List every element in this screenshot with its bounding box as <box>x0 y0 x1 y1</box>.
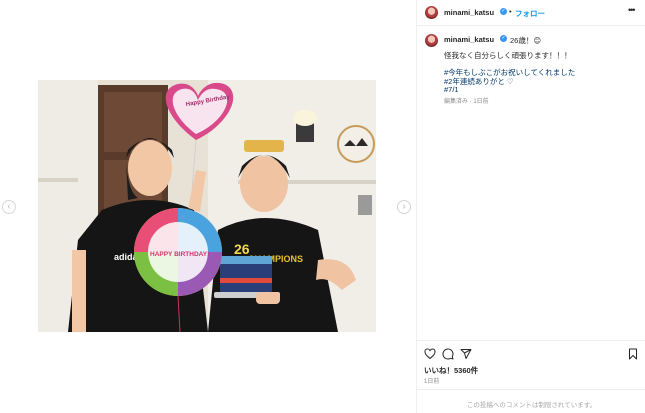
follow-button[interactable]: フォロー <box>515 8 545 19</box>
more-icon[interactable]: ••• <box>628 5 636 15</box>
caption-line-1: 26歳！😊 <box>510 36 542 45</box>
caption-meta: 編集済み · 1日前 <box>444 99 489 105</box>
caption-username[interactable]: minami_katsu <box>444 35 494 44</box>
caption-hashtag-3[interactable]: #7/1 <box>444 85 459 94</box>
post-time[interactable]: 1日前 <box>424 376 439 385</box>
caption-avatar[interactable] <box>425 34 438 47</box>
heart-icon[interactable] <box>424 348 436 360</box>
comment-bar: この投稿へのコメントは制限されています。 <box>417 389 645 413</box>
post-header: minami_katsu ✓ • フォロー ••• <box>417 0 645 26</box>
post-photo-illustration: adidas CHAMPIONS 26 Happy Birthday HAPPY… <box>38 80 376 332</box>
action-bar: いいね！5360件 1日前 この投稿へのコメントは制限されています。 <box>417 340 645 413</box>
post-sidebar: minami_katsu ✓ • フォロー ••• minami_katsu ✓… <box>416 0 645 413</box>
separator-dot: • <box>509 7 512 16</box>
balloon-front-text: HAPPY BIRTHDAY! <box>150 251 209 258</box>
bookmark-icon[interactable] <box>627 348 639 360</box>
caption-line-2: 怪我なく自分らしく頑張ります！！！ <box>444 51 572 60</box>
avatar[interactable] <box>425 6 438 19</box>
verified-badge-icon: ✓ <box>500 8 507 15</box>
chevron-right-icon[interactable]: › <box>397 200 411 214</box>
post-photo[interactable]: adidas CHAMPIONS 26 Happy Birthday HAPPY… <box>38 80 376 332</box>
chevron-left-icon[interactable]: ‹ <box>2 200 16 214</box>
verified-badge-icon: ✓ <box>500 35 507 42</box>
cake-number: 26 <box>234 241 250 257</box>
header-username[interactable]: minami_katsu <box>444 8 494 17</box>
comment-icon[interactable] <box>442 348 454 360</box>
media-pane: adidas CHAMPIONS 26 Happy Birthday HAPPY… <box>0 0 416 413</box>
likes-count[interactable]: いいね！5360件 <box>424 365 478 376</box>
comments-limited-notice: この投稿へのコメントは制限されています。 <box>466 402 597 409</box>
share-icon[interactable] <box>460 348 472 360</box>
